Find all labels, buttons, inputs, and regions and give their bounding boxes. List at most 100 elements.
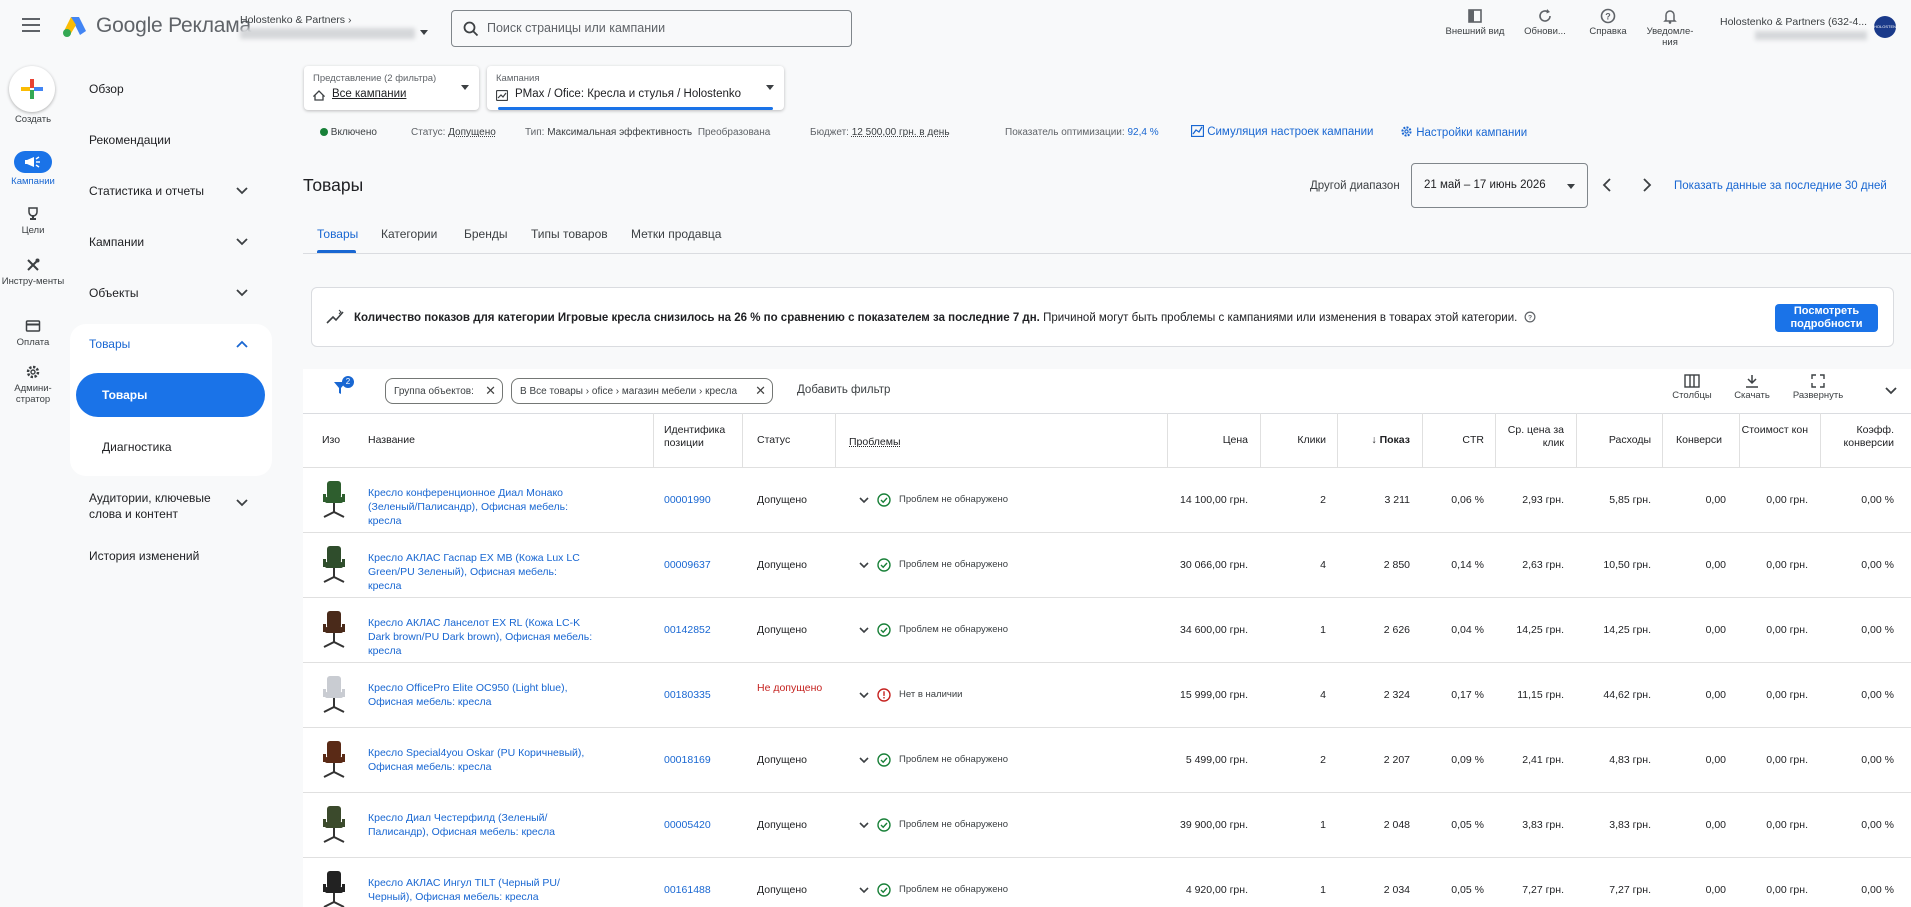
col-header-cost-per-conv[interactable]: Стоимост кон bbox=[1740, 424, 1808, 437]
rail-tools[interactable]: Инстру-менты bbox=[0, 257, 66, 287]
cell-price: 39 900,00 грн. bbox=[1168, 818, 1248, 832]
chevron-down-icon[interactable] bbox=[859, 692, 869, 699]
col-header-status[interactable]: Статус bbox=[757, 434, 790, 447]
table-row[interactable]: Кресло АКЛАС Ингул TILT (Черный PU/Черны… bbox=[303, 857, 1911, 907]
col-header-conv-rate[interactable]: Коэфф. конверсии bbox=[1821, 424, 1894, 450]
close-icon[interactable]: ✕ bbox=[485, 384, 496, 397]
filter-chip-category[interactable]: В Все товары › ofice › магазин мебели › … bbox=[511, 378, 773, 404]
tab-products[interactable]: Товары bbox=[317, 227, 358, 241]
filter-chip-asset-group[interactable]: Группа объектов: ✕ bbox=[385, 378, 503, 404]
nav-overview[interactable]: Обзор bbox=[89, 82, 124, 96]
menu-icon[interactable] bbox=[22, 18, 40, 32]
product-id-link[interactable]: 00018169 bbox=[664, 753, 711, 767]
expand-button[interactable]: Развернуть bbox=[1786, 374, 1850, 401]
nav-history[interactable]: История изменений bbox=[89, 549, 199, 563]
chevron-down-icon[interactable] bbox=[859, 497, 869, 504]
table-row[interactable]: Кресло Special4you Oskar (PU Коричневый)… bbox=[303, 727, 1911, 792]
toolbar-help[interactable]: ? Справка bbox=[1576, 8, 1640, 37]
chevron-down-icon[interactable] bbox=[859, 757, 869, 764]
status-budget[interactable]: Бюджет: 12 500,00 грн. в день bbox=[810, 127, 950, 138]
chevron-down-icon[interactable] bbox=[236, 289, 248, 297]
tab-product-types[interactable]: Типы товаров bbox=[531, 227, 608, 241]
col-header-ctr[interactable]: CTR bbox=[1423, 434, 1484, 447]
tab-seller-labels[interactable]: Метки продавца bbox=[631, 227, 721, 241]
col-header-conversions[interactable]: Конверси bbox=[1676, 434, 1734, 447]
toolbar-refresh[interactable]: Обнови... bbox=[1513, 8, 1577, 37]
table-row[interactable]: Кресло АКЛАС Ланселот EX RL (Кожа LC-K D… bbox=[303, 597, 1911, 662]
show-last-30-link[interactable]: Показать данные за последние 30 дней bbox=[1674, 180, 1887, 192]
campaign-dropdown[interactable]: Кампания PMax / Ofice: Кресла и стулья /… bbox=[487, 66, 784, 110]
account-switcher[interactable]: Holostenko & Partners › bbox=[240, 14, 351, 26]
nav-diagnostics[interactable]: Диагностика bbox=[102, 440, 172, 454]
product-id-link[interactable]: 00005420 bbox=[664, 818, 711, 832]
product-name-link[interactable]: Кресло АКЛАС Ингул TILT (Черный PU/Черны… bbox=[368, 876, 593, 904]
search-input[interactable]: Поиск страницы или кампании bbox=[451, 10, 852, 47]
chevron-up-icon[interactable] bbox=[236, 340, 248, 348]
chevron-down-icon[interactable] bbox=[236, 187, 248, 195]
col-header-cost[interactable]: Расходы bbox=[1577, 434, 1651, 447]
chevron-down-icon[interactable] bbox=[859, 822, 869, 829]
product-name-link[interactable]: Кресло конференционное Диал Монако (Зеле… bbox=[368, 486, 593, 528]
chevron-right-icon[interactable] bbox=[1642, 178, 1652, 192]
nav-audiences[interactable]: Аудитории, ключевые слова и контент bbox=[89, 490, 229, 522]
nav-stats[interactable]: Статистика и отчеты bbox=[89, 184, 204, 198]
col-header-issues[interactable]: Проблемы bbox=[849, 436, 901, 449]
chevron-down-icon[interactable] bbox=[236, 499, 248, 507]
tab-brands[interactable]: Бренды bbox=[464, 227, 507, 241]
nav-products-sub[interactable]: Товары bbox=[76, 373, 265, 417]
create-button[interactable] bbox=[9, 66, 55, 112]
chevron-down-icon[interactable] bbox=[236, 238, 248, 246]
chevron-down-icon[interactable] bbox=[1885, 387, 1897, 395]
product-id-link[interactable]: 00161488 bbox=[664, 883, 711, 897]
rail-billing[interactable]: Оплата bbox=[0, 318, 66, 348]
chevron-down-icon[interactable] bbox=[859, 887, 869, 894]
product-status: Допущено bbox=[757, 493, 827, 507]
rail-goals[interactable]: Цели bbox=[0, 206, 66, 236]
nav-assets[interactable]: Объекты bbox=[89, 286, 139, 300]
col-header-cpc[interactable]: Ср. цена за клик bbox=[1496, 424, 1564, 450]
rail-admin[interactable]: Админи-стратор bbox=[0, 364, 66, 405]
nav-recommendations[interactable]: Рекомендации bbox=[89, 133, 171, 147]
product-name-link[interactable]: Кресло АКЛАС Гаспар EX MB (Кожа Lux LC G… bbox=[368, 551, 593, 593]
product-name-link[interactable]: Кресло Special4you Oskar (PU Коричневый)… bbox=[368, 746, 593, 774]
chevron-left-icon[interactable] bbox=[1602, 178, 1612, 192]
table-row[interactable]: Кресло Диал Честерфилд (Зеленый/Палисанд… bbox=[303, 792, 1911, 857]
col-header-id[interactable]: Идентифика позиции bbox=[664, 424, 739, 450]
campaign-settings-link[interactable]: Настройки кампании bbox=[1400, 125, 1527, 139]
nav-campaigns[interactable]: Кампании bbox=[89, 235, 144, 249]
product-id-link[interactable]: 00009637 bbox=[664, 558, 711, 572]
toolbar-notifications[interactable]: Уведомле-ния bbox=[1639, 8, 1701, 48]
add-filter-button[interactable]: Добавить фильтр bbox=[797, 384, 890, 396]
col-header-name[interactable]: Название bbox=[368, 434, 415, 447]
rail-campaigns[interactable]: Кампании bbox=[0, 151, 66, 187]
product-name-link[interactable]: Кресло Диал Честерфилд (Зеленый/Палисанд… bbox=[368, 811, 593, 839]
toolbar-appearance[interactable]: Внешний вид bbox=[1443, 8, 1507, 37]
simulation-link[interactable]: Симуляция настроек кампании bbox=[1191, 125, 1373, 138]
view-dropdown[interactable]: Представление (2 фильтра) Все кампании bbox=[304, 66, 479, 110]
product-name-link[interactable]: Кресло OfficePro Elite OC950 (Light blue… bbox=[368, 681, 593, 709]
caret-down-icon[interactable] bbox=[420, 30, 428, 35]
tab-categories[interactable]: Категории bbox=[381, 227, 437, 241]
view-details-button[interactable]: Посмотреть подробности bbox=[1775, 304, 1878, 332]
close-icon[interactable]: ✕ bbox=[755, 384, 766, 397]
col-header-impressions[interactable]: ↓ Показ bbox=[1338, 434, 1410, 447]
date-range-picker[interactable]: 21 май – 17 июнь 2026 bbox=[1411, 163, 1588, 208]
table-row[interactable]: Кресло OfficePro Elite OC950 (Light blue… bbox=[303, 662, 1911, 727]
product-name-link[interactable]: Кресло АКЛАС Ланселот EX RL (Кожа LC-K D… bbox=[368, 616, 593, 658]
chevron-down-icon[interactable] bbox=[859, 627, 869, 634]
product-thumbnail bbox=[319, 740, 349, 780]
table-row[interactable]: Кресло АКЛАС Гаспар EX MB (Кожа Lux LC G… bbox=[303, 532, 1911, 597]
status-optimization[interactable]: Показатель оптимизации: 92,4 % bbox=[1005, 127, 1159, 138]
chevron-down-icon[interactable] bbox=[859, 562, 869, 569]
avatar[interactable]: HOLOSTENKO bbox=[1874, 16, 1896, 38]
nav-products[interactable]: Товары bbox=[89, 337, 130, 351]
columns-button[interactable]: Столбцы bbox=[1660, 374, 1724, 401]
table-row[interactable]: Кресло конференционное Диал Монако (Зеле… bbox=[303, 467, 1911, 532]
product-id-link[interactable]: 00142852 bbox=[664, 623, 711, 637]
product-id-link[interactable]: 00180335 bbox=[664, 688, 711, 702]
status-approval: Статус: Допущено bbox=[411, 127, 496, 138]
download-button[interactable]: Скачать bbox=[1720, 374, 1784, 401]
col-header-price[interactable]: Цена bbox=[1168, 434, 1248, 447]
col-header-clicks[interactable]: Клики bbox=[1261, 434, 1326, 447]
product-id-link[interactable]: 00001990 bbox=[664, 493, 711, 507]
